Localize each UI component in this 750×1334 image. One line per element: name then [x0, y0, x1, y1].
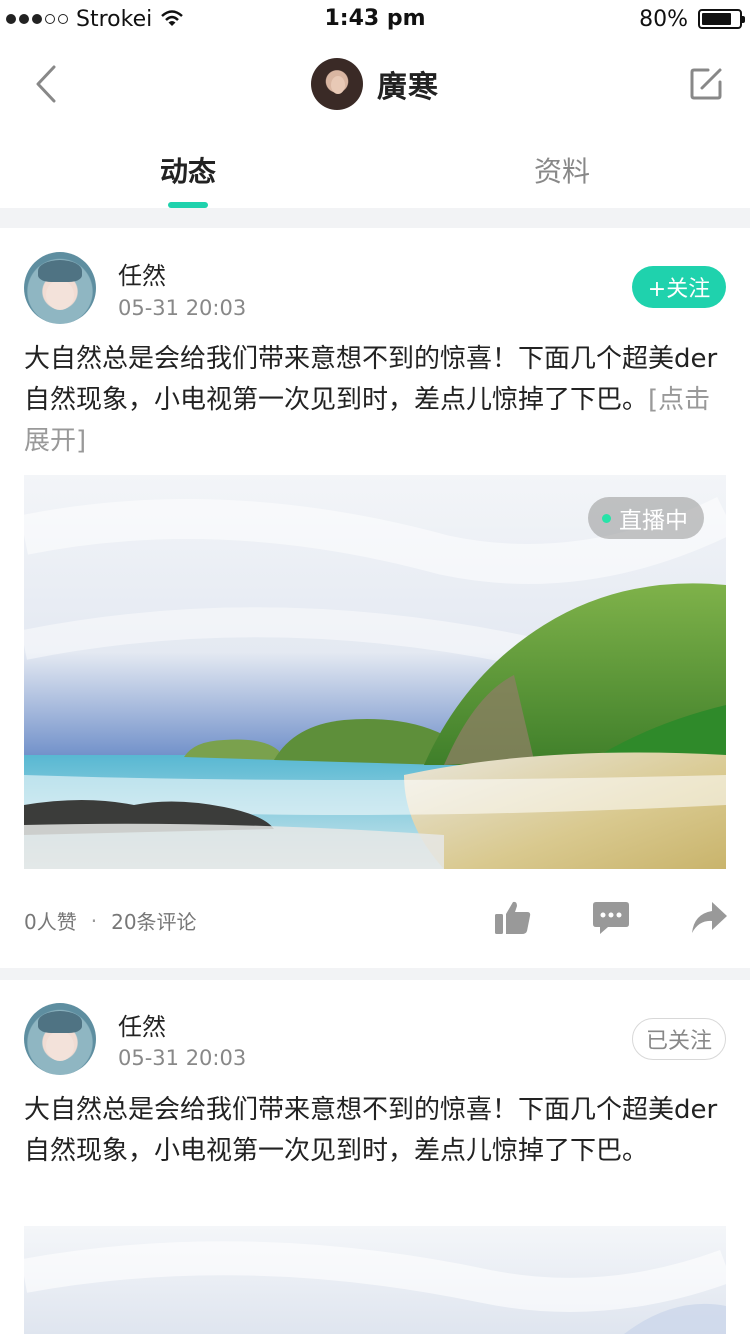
thumbs-up-icon	[495, 901, 531, 934]
stats-separator: ·	[90, 908, 98, 933]
tab-bar: 动态 资料	[0, 130, 750, 208]
post-body: 大自然总是会给我们带来意想不到的惊喜！下面几个超美der自然现象，小电视第一次见…	[24, 344, 718, 415]
author-name[interactable]: 任然	[118, 256, 166, 291]
profile-avatar[interactable]	[311, 58, 363, 110]
author-avatar[interactable]	[24, 252, 96, 324]
post-time: 05-31 20:03	[118, 1046, 247, 1070]
navigation-bar: 廣寒	[0, 40, 750, 130]
share-button[interactable]	[690, 900, 730, 940]
author-avatar[interactable]	[24, 1003, 96, 1075]
live-dot-icon	[602, 513, 611, 523]
edit-icon	[690, 68, 722, 100]
tab-profile[interactable]: 资料	[462, 150, 662, 190]
feed-post: 任然 05-31 20:03 已关注 大自然总是会给我们带来意想不到的惊喜！下面…	[0, 980, 750, 1334]
post-time: 05-31 20:03	[118, 296, 247, 320]
like-button[interactable]	[494, 900, 534, 940]
post-image[interactable]: 直播中	[24, 475, 726, 869]
comment-count: 20条评论	[111, 910, 197, 934]
battery-percentage: 80%	[639, 6, 688, 32]
post-text: 大自然总是会给我们带来意想不到的惊喜！下面几个超美der自然现象，小电视第一次见…	[24, 339, 730, 462]
battery-icon	[698, 9, 745, 29]
live-badge: 直播中	[588, 497, 704, 539]
sky-image	[24, 1226, 726, 1334]
tab-dynamic[interactable]: 动态	[88, 150, 288, 190]
comment-button[interactable]	[592, 900, 632, 940]
like-count: 0人赞	[24, 910, 77, 934]
section-divider	[0, 968, 750, 980]
comment-icon	[593, 902, 629, 934]
post-text: 大自然总是会给我们带来意想不到的惊喜！下面几个超美der自然现象，小电视第一次见…	[24, 1090, 730, 1172]
post-image[interactable]	[24, 1226, 726, 1334]
share-icon	[692, 902, 727, 933]
follow-button[interactable]: +关注	[632, 266, 726, 308]
post-body: 大自然总是会给我们带来意想不到的惊喜！下面几个超美der自然现象，小电视第一次见…	[24, 1095, 718, 1166]
feed-post: 任然 05-31 20:03 +关注 大自然总是会给我们带来意想不到的惊喜！下面…	[0, 228, 750, 968]
section-divider	[0, 208, 750, 228]
live-label: 直播中	[619, 508, 688, 534]
status-bar: Strokei 1:43 pm 80%	[0, 0, 750, 40]
post-stats: 0人赞 · 20条评论	[24, 906, 197, 935]
followed-button[interactable]: 已关注	[632, 1018, 726, 1060]
author-name[interactable]: 任然	[118, 1007, 166, 1042]
edit-button[interactable]	[686, 64, 726, 104]
page-title: 廣寒	[377, 70, 439, 105]
clock: 1:43 pm	[324, 6, 426, 31]
